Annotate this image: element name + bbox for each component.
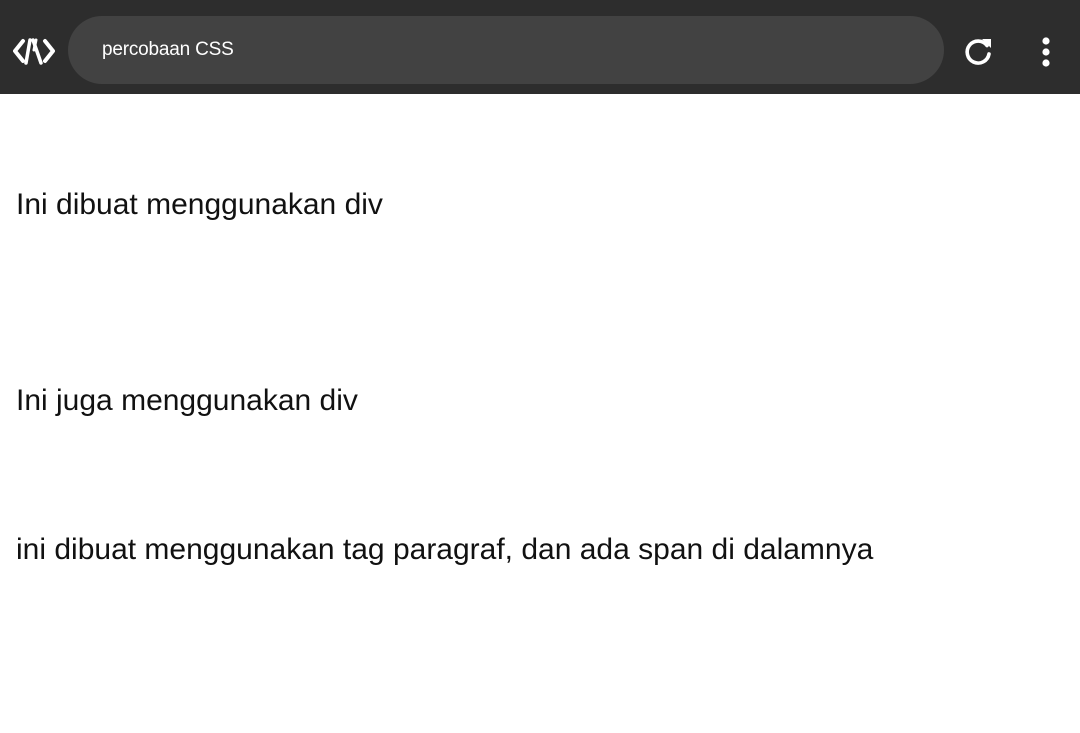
div-text-2: Ini juga menggunakan div [16, 384, 358, 417]
reload-icon [965, 39, 991, 65]
page-title: percobaan CSS [102, 39, 234, 60]
paragraph-text: ini dibuat menggunakan tag paragraf, dan… [16, 533, 874, 566]
page-content: Ini dibuat menggunakan div Ini juga meng… [0, 94, 1080, 733]
app-logo[interactable] [12, 33, 56, 69]
browser-toolbar: percobaan CSS [0, 0, 1080, 94]
more-vertical-icon [1042, 37, 1050, 67]
overflow-menu-button[interactable] [1024, 30, 1068, 74]
code-brackets-logo-icon [13, 38, 55, 65]
div-text-1: Ini dibuat menggunakan div [16, 188, 383, 221]
address-bar[interactable]: percobaan CSS [68, 16, 944, 84]
reload-button[interactable] [956, 30, 1000, 74]
